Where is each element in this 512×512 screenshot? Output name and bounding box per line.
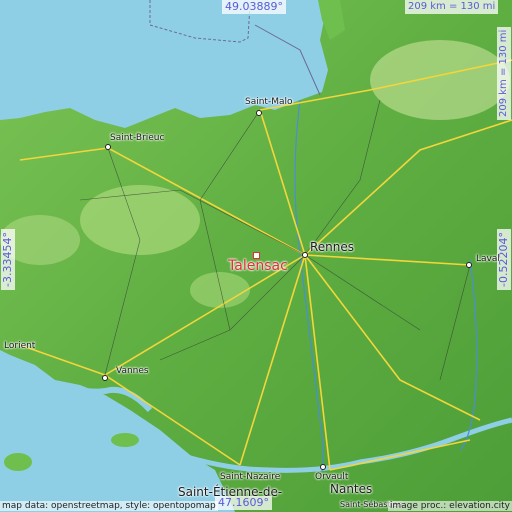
scale-bar-horizontal: 209 km = 130 mi xyxy=(405,0,499,14)
city-label-lorient: Lorient xyxy=(4,341,36,351)
saint-brieuc-dot xyxy=(105,144,111,150)
north-latitude-label: 49.03889° xyxy=(222,0,286,14)
island xyxy=(4,453,32,471)
city-label-saint-brieuc: Saint-Brieuc xyxy=(110,133,165,143)
city-label-saint-malo: Saint-Malo xyxy=(245,97,293,107)
west-longitude-label: -3.33454° xyxy=(1,229,15,290)
saint-malo-dot xyxy=(256,110,262,116)
highland xyxy=(370,40,510,120)
city-label-vannes: Vannes xyxy=(116,366,149,376)
vannes-dot xyxy=(102,375,108,381)
city-label-rennes: Rennes xyxy=(310,240,355,254)
city-label-laval: Laval xyxy=(476,254,500,264)
city-label-nantes: Nantes xyxy=(330,482,373,496)
island xyxy=(111,433,139,447)
marker-label: Talensac xyxy=(228,258,288,274)
attribution-left: map data: openstreetmap, style: opentopo… xyxy=(0,501,218,511)
highland xyxy=(190,272,250,308)
city-label-orvault: Orvault xyxy=(315,472,349,482)
city-label-saint-nazaire: Saint-Nazaire xyxy=(220,472,281,482)
rennes-dot xyxy=(302,252,308,258)
map-view[interactable]: 49.03889° 47.1609° -3.33454° -0.52204° 2… xyxy=(0,0,512,512)
laval-dot xyxy=(466,262,472,268)
attribution-right: image proc.: elevation.city xyxy=(387,501,512,511)
nantes-dot xyxy=(320,464,326,470)
highland xyxy=(80,185,200,255)
scale-bar-vertical: 209 km = 130 mi xyxy=(497,26,511,120)
city-label-saint-etienne: Saint-Étienne-de- xyxy=(178,485,283,499)
